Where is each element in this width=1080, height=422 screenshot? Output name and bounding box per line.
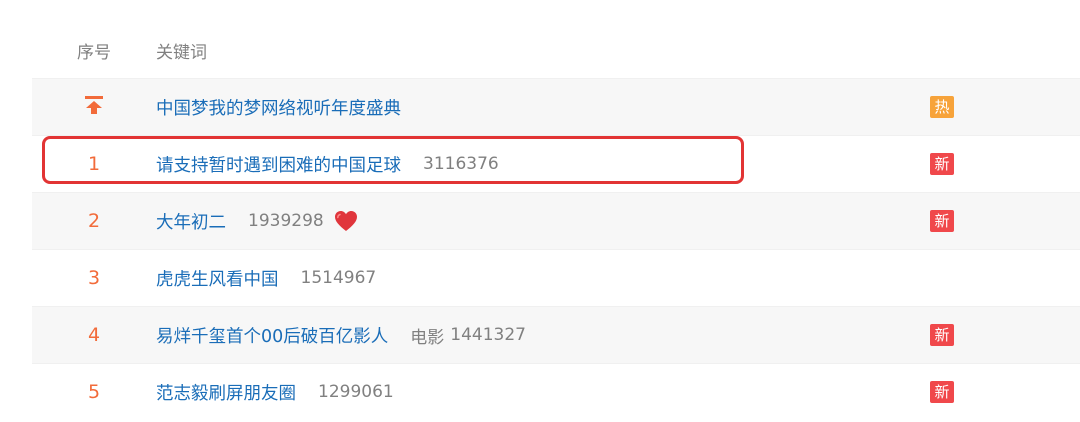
table-row: 4 易烊千玺首个00后破百亿影人 电影 1441327 新	[32, 306, 1080, 363]
search-count: 1441327	[450, 325, 526, 345]
keyword-link[interactable]: 虎虎生风看中国	[156, 266, 279, 291]
rank-cell: 4	[32, 324, 156, 346]
keyword-link[interactable]: 易烊千玺首个00后破百亿影人	[156, 323, 388, 348]
category-label: 电影	[410, 327, 445, 348]
pinned-keyword-link[interactable]: 中国梦我的梦网络视听年度盛典	[156, 95, 401, 120]
keyword-cell: 虎虎生风看中国 1514967	[156, 266, 930, 291]
new-badge: 新	[930, 381, 954, 403]
rank-cell: 3	[32, 267, 156, 289]
table-row: 2 大年初二 1939298 新	[32, 192, 1080, 249]
keyword-cell: 范志毅刷屏朋友圈 1299061	[156, 380, 930, 405]
heart-icon	[334, 210, 358, 232]
tag-cell: 新	[930, 381, 1080, 403]
table-row: 3 虎虎生风看中国 1514967	[32, 249, 1080, 306]
search-count: 1514967	[300, 268, 377, 288]
keyword-cell: 易烊千玺首个00后破百亿影人 电影 1441327	[156, 323, 930, 348]
pinned-tag-cell: 热	[930, 96, 1080, 118]
keyword-column-header: 关键词	[156, 42, 207, 63]
table-header: 序号 关键词	[32, 22, 1080, 78]
tag-cell: 新	[930, 210, 1080, 232]
rank-number: 3	[87, 267, 101, 289]
keyword-link[interactable]: 请支持暂时遇到困难的中国足球	[156, 152, 401, 177]
keyword-link[interactable]: 大年初二	[156, 209, 226, 234]
keyword-cell: 大年初二 1939298	[156, 209, 930, 234]
hot-search-table: 序号 关键词 中国梦我的梦网络视听年度盛典 热 1 请支持暂时遇到困难的中国足球…	[32, 22, 1080, 420]
pinned-keyword-cell: 中国梦我的梦网络视听年度盛典	[156, 95, 930, 120]
rank-column-header: 序号	[77, 42, 111, 63]
rank-cell: 2	[32, 210, 156, 232]
search-count: 1939298	[248, 211, 324, 231]
rank-number: 2	[87, 210, 101, 232]
table-row: 1 请支持暂时遇到困难的中国足球 3116376 新	[32, 135, 1080, 192]
rank-number: 1	[87, 153, 101, 175]
hot-badge: 热	[930, 96, 954, 118]
tag-cell: 新	[930, 324, 1080, 346]
new-badge: 新	[930, 210, 954, 232]
rank-cell: 1	[32, 153, 156, 175]
search-count: 3116376	[423, 154, 499, 174]
keyword-link[interactable]: 范志毅刷屏朋友圈	[156, 380, 296, 405]
search-count: 1299061	[318, 382, 394, 402]
pin-top-icon	[84, 95, 104, 115]
tag-cell: 新	[930, 153, 1080, 175]
new-badge: 新	[930, 324, 954, 346]
pinned-rank-cell	[32, 95, 156, 119]
table-row: 5 范志毅刷屏朋友圈 1299061 新	[32, 363, 1080, 420]
rank-number: 4	[87, 324, 101, 346]
new-badge: 新	[930, 153, 954, 175]
rank-number: 5	[87, 381, 101, 403]
keyword-cell: 请支持暂时遇到困难的中国足球 3116376	[156, 152, 930, 177]
table-row-pinned: 中国梦我的梦网络视听年度盛典 热	[32, 78, 1080, 135]
rank-cell: 5	[32, 381, 156, 403]
